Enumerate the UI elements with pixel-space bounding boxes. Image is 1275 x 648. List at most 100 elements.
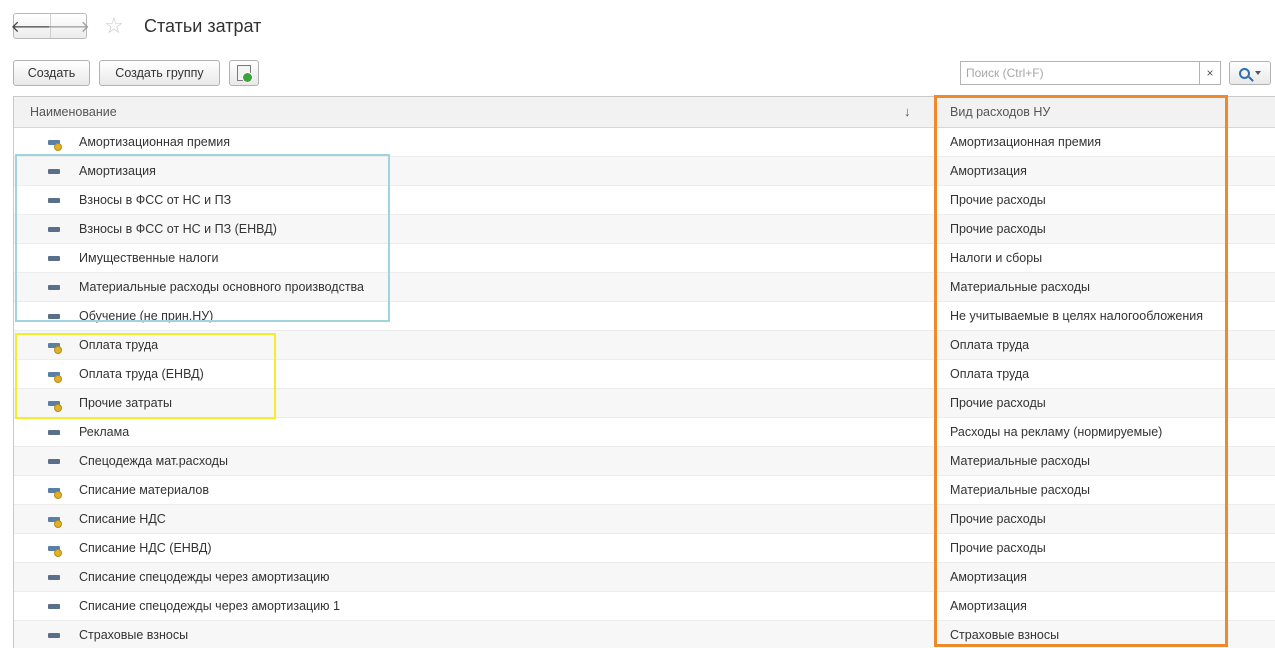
cell-expense-kind: Не учитываемые в целях налогообложения <box>950 309 1204 323</box>
page-title: Статьи затрат <box>144 16 262 36</box>
cell-name: Реклама <box>79 425 130 439</box>
navigation-buttons: 🡐 🡒 <box>11 13 90 39</box>
column-divider <box>935 215 936 244</box>
column-divider <box>935 244 936 273</box>
column-divider <box>935 302 936 331</box>
cell-name: Взносы в ФСС от НС и ПЗ <box>79 193 232 207</box>
search-input[interactable] <box>961 62 1199 84</box>
column-divider <box>935 505 936 534</box>
column-divider <box>935 360 936 389</box>
catalog-item-icon <box>48 604 60 609</box>
column-header-expense-kind[interactable]: Вид расходов НУ <box>950 97 1050 127</box>
table-row[interactable]: Обучение (не прин.НУ) Не учитываемые в це… <box>14 302 1275 331</box>
catalog-item-icon <box>48 227 60 232</box>
catalog-item-marked-icon <box>48 546 62 557</box>
catalog-item-icon <box>48 314 60 319</box>
cell-name: Списание НДС (ЕНВД) <box>79 541 212 555</box>
column-divider <box>935 447 936 476</box>
catalog-item-marked-icon <box>48 140 62 151</box>
search-icon <box>1239 67 1250 79</box>
cell-expense-kind: Материальные расходы <box>950 280 1090 294</box>
cell-expense-kind: Амортизация <box>950 599 1027 613</box>
table-row[interactable]: Прочие затраты Прочие расходы <box>14 389 1275 418</box>
catalog-item-icon <box>48 256 60 261</box>
column-divider <box>935 389 936 418</box>
cell-name: Материальные расходы основного производс… <box>79 280 365 294</box>
create-button[interactable]: Создать <box>13 60 90 86</box>
table-row[interactable]: Амортизационная премия Амортизационная пр… <box>14 128 1275 157</box>
cell-expense-kind: Прочие расходы <box>950 541 1046 555</box>
table-header: Наименование ↓ Вид расходов НУ <box>14 97 1275 128</box>
cell-name: Списание НДС <box>79 512 166 526</box>
cell-name: Оплата труда <box>79 338 159 352</box>
table-row[interactable]: Взносы в ФСС от НС и ПЗ (ЕНВД) Прочие рас… <box>14 215 1275 244</box>
export-button[interactable] <box>229 60 259 86</box>
catalog-item-marked-icon <box>48 372 62 383</box>
catalog-item-marked-icon <box>48 488 62 499</box>
clear-search-icon[interactable]: × <box>1200 61 1221 85</box>
column-divider <box>935 476 936 505</box>
search-button[interactable] <box>1229 61 1271 85</box>
create-group-button[interactable]: Создать группу <box>99 60 220 86</box>
cell-name: Прочие затраты <box>79 396 173 410</box>
column-header-name[interactable]: Наименование <box>30 97 117 127</box>
table-body: Амортизационная премия Амортизационная пр… <box>14 128 1275 648</box>
cell-name: Списание спецодежды через амортизацию <box>79 570 330 584</box>
column-divider <box>935 418 936 447</box>
table-row[interactable]: Списание НДС (ЕНВД) Прочие расходы <box>14 534 1275 563</box>
forward-arrow-icon[interactable]: 🡒 <box>47 14 90 38</box>
cell-name: Спецодежда мат.расходы <box>79 454 228 468</box>
expense-items-table: Наименование ↓ Вид расходов НУ Амортизац… <box>13 96 1275 648</box>
cell-expense-kind: Прочие расходы <box>950 512 1046 526</box>
sort-arrow-icon[interactable]: ↓ <box>904 97 911 127</box>
catalog-item-marked-icon <box>48 517 62 528</box>
table-row[interactable]: Страховые взносы Страховые взносы <box>14 621 1275 648</box>
table-row[interactable]: Имущественные налоги Налоги и сборы <box>14 244 1275 273</box>
catalog-item-icon <box>48 633 60 638</box>
column-divider <box>935 273 936 302</box>
column-divider[interactable] <box>935 97 936 127</box>
cell-expense-kind: Амортизация <box>950 570 1027 584</box>
cell-name: Амортизационная премия <box>79 135 231 149</box>
column-divider <box>935 331 936 360</box>
cell-name: Списание материалов <box>79 483 210 497</box>
cell-expense-kind: Прочие расходы <box>950 396 1046 410</box>
table-row[interactable]: Списание материалов Материальные расходы <box>14 476 1275 505</box>
chevron-down-icon <box>1255 71 1261 75</box>
spreadsheet-export-icon <box>237 65 253 83</box>
catalog-item-icon <box>48 575 60 580</box>
cell-expense-kind: Оплата труда <box>950 338 1030 352</box>
cell-name: Имущественные налоги <box>79 251 219 265</box>
table-row[interactable]: Оплата труда (ЕНВД) Оплата труда <box>14 360 1275 389</box>
table-row[interactable]: Спецодежда мат.расходы Материальные расхо… <box>14 447 1275 476</box>
search-field <box>960 61 1200 85</box>
table-row[interactable]: Взносы в ФСС от НС и ПЗ Прочие расходы <box>14 186 1275 215</box>
catalog-item-icon <box>48 430 60 435</box>
column-divider <box>935 534 936 563</box>
table-row[interactable]: Амортизация Амортизация <box>14 157 1275 186</box>
catalog-item-icon <box>48 285 60 290</box>
table-row[interactable]: Списание спецодежды через амортизацию Амо… <box>14 563 1275 592</box>
cell-expense-kind: Амортизация <box>950 164 1027 178</box>
back-arrow-icon[interactable]: 🡐 <box>11 14 54 38</box>
column-divider <box>935 128 936 157</box>
cell-expense-kind: Амортизационная премия <box>950 135 1102 149</box>
cell-name: Страховые взносы <box>79 628 189 642</box>
cell-name: Оплата труда (ЕНВД) <box>79 367 204 381</box>
favorite-star-icon[interactable]: ☆ <box>104 13 124 39</box>
cell-expense-kind: Материальные расходы <box>950 454 1090 468</box>
column-divider <box>935 592 936 621</box>
cell-expense-kind: Страховые взносы <box>950 628 1060 642</box>
table-row[interactable]: Реклама Расходы на рекламу (нормируемые) <box>14 418 1275 447</box>
table-row[interactable]: Оплата труда Оплата труда <box>14 331 1275 360</box>
cell-expense-kind: Прочие расходы <box>950 222 1046 236</box>
column-divider <box>935 563 936 592</box>
table-row[interactable]: Списание спецодежды через амортизацию 1 А… <box>14 592 1275 621</box>
cell-name: Взносы в ФСС от НС и ПЗ (ЕНВД) <box>79 222 277 236</box>
table-row[interactable]: Списание НДС Прочие расходы <box>14 505 1275 534</box>
catalog-item-marked-icon <box>48 343 62 354</box>
table-row[interactable]: Материальные расходы основного производс… <box>14 273 1275 302</box>
column-divider <box>935 157 936 186</box>
cell-name: Обучение (не прин.НУ) <box>79 309 214 323</box>
cell-expense-kind: Прочие расходы <box>950 193 1046 207</box>
